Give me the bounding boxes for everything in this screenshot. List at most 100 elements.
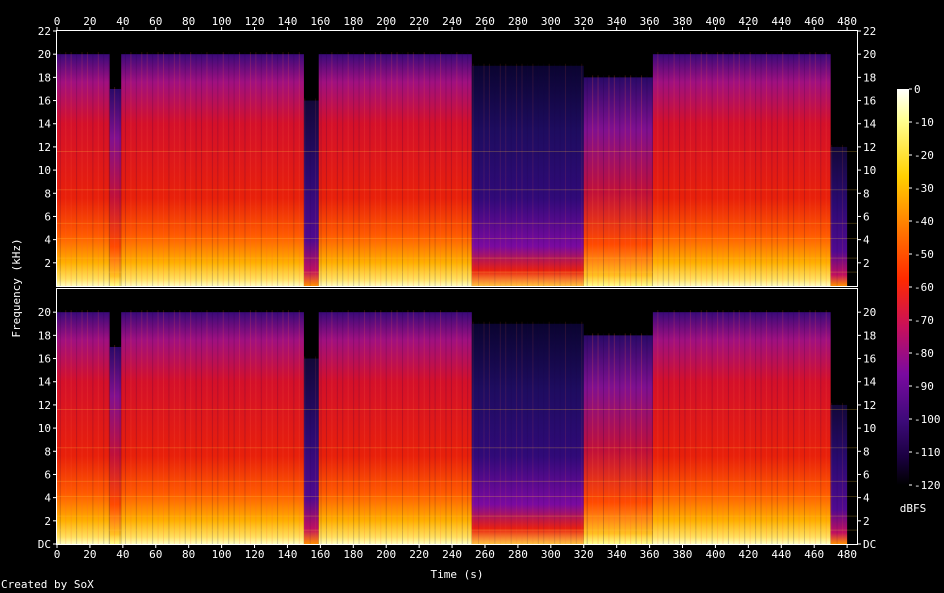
x-tick-label-bottom: 300 [541,548,561,561]
x-tick-label-top: 100 [212,15,232,28]
x-tick-label-top: 300 [541,15,561,28]
x-tick-label-top: 0 [54,15,61,28]
colorbar-label: dBFS [900,502,927,515]
y-tick-label-left: 14 [38,376,52,389]
y-tick-label-right: 8 [863,187,870,200]
x-tick-label-top: 220 [409,15,429,28]
credit-text: Created by SoX [1,578,94,591]
x-tick-label-top: 80 [182,15,195,28]
y-tick-label-right: 18 [863,329,876,342]
y-tick-label-right: 8 [863,445,870,458]
spectrogram-segment [318,312,472,544]
x-tick-label-bottom: 240 [442,548,462,561]
y-tick-label-left: 2 [44,257,51,270]
x-tick-label-top: 260 [475,15,495,28]
y-tick-label-right: 2 [863,257,870,270]
y-tick-label-right: 20 [863,48,876,61]
y-tick-label-right: 12 [863,399,876,412]
y-tick-label-right: 10 [863,422,876,435]
y-tick-label-left: 8 [44,187,51,200]
x-tick-label-top: 400 [705,15,725,28]
x-tick-label-top: 420 [738,15,758,28]
x-tick-label-bottom: 20 [83,548,96,561]
x-tick-label-top: 480 [837,15,857,28]
x-tick-label-top: 20 [83,15,96,28]
spectrogram-segment [583,77,653,286]
colorbar-tick-label: -60 [914,281,934,294]
spectrogram-segment [109,88,122,286]
x-tick-label-top: 320 [574,15,594,28]
x-tick-label-bottom: 60 [149,548,162,561]
x-tick-label-top: 280 [508,15,528,28]
colorbar-tick-label: -50 [914,248,934,261]
y-tick-label-left: 2 [44,515,51,528]
x-tick-label-bottom: 420 [738,548,758,561]
x-tick-label-top: 120 [245,15,265,28]
colorbar-tick-label: 0 [914,83,921,96]
y-tick-label-left: 18 [38,329,51,342]
y-tick-label-right: 22 [863,25,876,38]
spectrogram-segment [57,312,110,544]
y-tick-label-right: 12 [863,141,876,154]
y-tick-label-right: 14 [863,118,877,131]
y-tick-label-left: 20 [38,306,51,319]
x-tick-label-bottom: 80 [182,548,195,561]
colorbar-tick-label: -20 [914,149,934,162]
colorbar-tick-label: -110 [914,446,941,459]
x-tick-label-bottom: 200 [376,548,396,561]
y-tick-label-right: 14 [863,376,877,389]
y-tick-label-left: 22 [38,25,51,38]
x-tick-label-bottom: 0 [54,548,61,561]
x-axis-label: Time (s) [431,568,484,581]
colorbar-tick-label: -80 [914,347,934,360]
y-tick-label-left: 6 [44,468,51,481]
x-tick-label-top: 140 [278,15,298,28]
colorbar-tick-label: -100 [914,413,941,426]
x-tick-label-top: 60 [149,15,162,28]
y-tick-label-right: 20 [863,306,876,319]
x-tick-label-top: 40 [116,15,129,28]
x-tick-label-top: 240 [442,15,462,28]
spectrogram-chart: 0020204040606080801001001201201401401601… [10,15,941,581]
x-tick-label-bottom: 220 [409,548,429,561]
y-tick-label-left: 20 [38,48,51,61]
y-tick-label-left: DC [38,538,51,551]
x-tick-label-bottom: 340 [607,548,627,561]
x-tick-label-bottom: 380 [673,548,693,561]
y-tick-label-left: 18 [38,71,51,84]
x-tick-label-bottom: 40 [116,548,129,561]
x-tick-label-top: 440 [771,15,791,28]
spectrogram-segment [57,54,110,286]
x-tick-label-bottom: 180 [343,548,363,561]
x-tick-label-top: 380 [673,15,693,28]
x-tick-label-bottom: 480 [837,548,857,561]
x-tick-label-bottom: 400 [705,548,725,561]
colorbar-tick-label: -30 [914,182,934,195]
spectrogram-segment [830,404,848,544]
y-tick-label-right: DC [863,538,876,551]
x-tick-label-bottom: 140 [278,548,298,561]
x-tick-label-top: 180 [343,15,363,28]
y-tick-label-left: 4 [44,492,51,505]
x-tick-label-bottom: 260 [475,548,495,561]
x-tick-label-bottom: 360 [640,548,660,561]
y-tick-label-right: 2 [863,515,870,528]
colorbar-tick-label: -90 [914,380,934,393]
y-tick-label-right: 18 [863,71,876,84]
spectrogram-segment [830,146,848,286]
spectrogram-segment [583,335,653,544]
x-tick-label-top: 340 [607,15,627,28]
y-axis-label: Frequency (kHz) [10,238,23,337]
y-tick-label-left: 14 [38,118,52,131]
colorbar [897,89,909,485]
colorbar-tick-label: -120 [914,479,941,492]
x-tick-label-top: 160 [310,15,330,28]
y-tick-label-right: 10 [863,164,876,177]
spectrogram-segment [318,54,472,286]
y-tick-label-right: 16 [863,95,876,108]
colorbar-tick-label: -40 [914,215,934,228]
y-tick-label-right: 4 [863,492,870,505]
x-tick-label-top: 460 [804,15,824,28]
spectrogram-segment [109,346,122,544]
colorbar-tick-label: -70 [914,314,934,327]
